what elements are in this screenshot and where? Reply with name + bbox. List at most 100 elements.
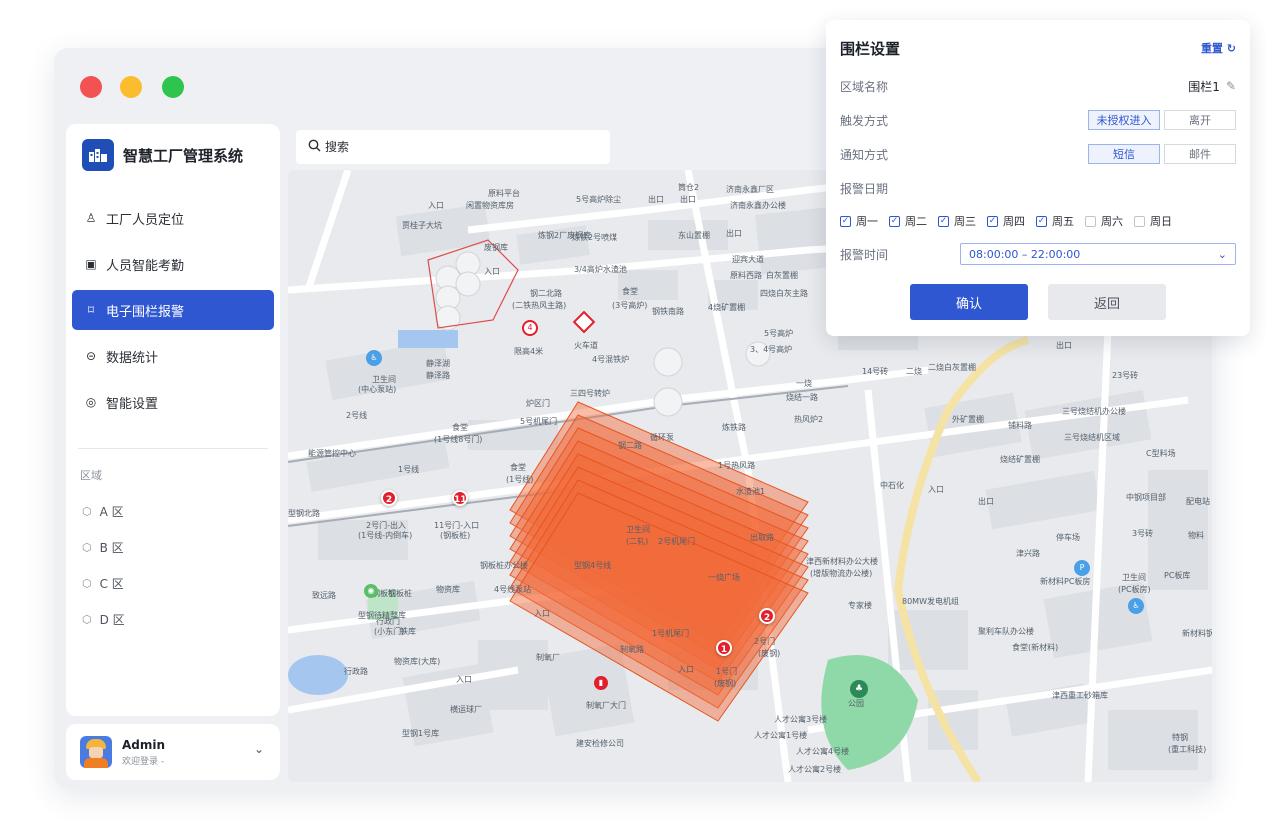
panel-title: 围栏设置 xyxy=(840,39,901,58)
day-checkbox-mon[interactable]: ✓ 周一 xyxy=(840,213,878,229)
close-window-button[interactable] xyxy=(80,76,102,98)
map-label: 80MW发电机组 xyxy=(902,597,959,606)
map-label: 出口 xyxy=(680,195,696,204)
station-icon[interactable]: ◉ xyxy=(364,584,378,598)
map-label: 人才公寓4号楼 xyxy=(796,747,850,756)
search-bar[interactable] xyxy=(296,130,610,164)
map-label: (废钢) xyxy=(758,649,781,658)
map-label: (二铁热风主路) xyxy=(512,301,567,310)
map-label: 中钢项目部 xyxy=(1126,493,1166,502)
pencil-icon[interactable]: ✎ xyxy=(1226,79,1236,93)
region-item-d[interactable]: ⬡ D 区 xyxy=(66,601,280,637)
parking-icon[interactable]: P xyxy=(1074,560,1090,576)
stats-icon: ⊝ xyxy=(85,349,97,363)
map-label: 物料 xyxy=(1188,531,1204,540)
alarm-time-select[interactable]: 08:00:00 – 22:00:00 ⌄ xyxy=(960,243,1236,265)
map-label: 1号热风路 xyxy=(718,461,756,470)
map-label: (重工科技) xyxy=(1168,745,1207,754)
sidebar-item-attendance[interactable]: ▣ 人员智能考勤 xyxy=(72,244,274,284)
map-label: 钢二路 xyxy=(618,441,642,450)
park-icon[interactable]: ♣ xyxy=(850,680,868,698)
brand: 智慧工厂管理系统 xyxy=(66,124,280,186)
map-label: 物资库(大库) xyxy=(394,657,441,666)
map-label: 济南永鑫办公楼 xyxy=(730,201,786,210)
region-item-c[interactable]: ⬡ C 区 xyxy=(66,565,280,601)
restroom-icon[interactable]: ♿ xyxy=(1128,598,1144,614)
map-label: 入口 xyxy=(928,485,944,494)
alarm-pin[interactable]: 2 xyxy=(759,608,775,624)
region-item-b[interactable]: ⬡ B 区 xyxy=(66,529,280,565)
maximize-window-button[interactable] xyxy=(162,76,184,98)
map-label: 铁库 xyxy=(400,627,416,636)
cube-icon: ⬡ xyxy=(82,576,92,590)
settings-icon: ◎ xyxy=(85,395,97,409)
region-section-title: 区域 xyxy=(80,469,102,482)
map-label: 型钢北路 xyxy=(288,509,320,518)
map-label: 津西新材料办公大楼 xyxy=(806,557,878,566)
map-label: C型料场 xyxy=(1146,449,1176,458)
day-checkbox-sun[interactable]: 周日 xyxy=(1134,213,1172,229)
map-label: 建安检修公司 xyxy=(576,739,624,748)
map-label: 聚利车队办公楼 xyxy=(978,627,1034,636)
restroom-icon[interactable]: ♿ xyxy=(366,350,382,366)
height-limit-icon[interactable]: 4 xyxy=(522,320,538,336)
day-checkbox-thu[interactable]: ✓ 周四 xyxy=(987,213,1025,229)
notify-option-sms[interactable]: 短信 xyxy=(1088,144,1160,164)
map-label: 原料平台 xyxy=(488,189,520,198)
map-label: 东山置棚 xyxy=(678,231,710,240)
alarm-pin[interactable]: 1 xyxy=(716,640,732,656)
fence-icon: ⌑ xyxy=(87,303,95,317)
sidebar-item-settings[interactable]: ◎ 智能设置 xyxy=(72,382,274,422)
minimize-window-button[interactable] xyxy=(120,76,142,98)
reset-button[interactable]: 重置 ↻ xyxy=(1201,40,1236,56)
trigger-option-leave[interactable]: 离开 xyxy=(1164,110,1236,130)
map-label: 热风炉2 xyxy=(794,415,824,424)
region-item-a[interactable]: ⬡ A 区 xyxy=(66,493,280,529)
day-checkbox-fri[interactable]: ✓ 周五 xyxy=(1036,213,1074,229)
map-label: 废钢库 xyxy=(484,243,508,252)
sidebar-item-person-location[interactable]: ♙ 工厂人员定位 xyxy=(72,198,274,238)
confirm-button[interactable]: 确认 xyxy=(910,284,1028,320)
day-label: 周四 xyxy=(1003,215,1025,228)
map-label: 出口 xyxy=(1056,341,1072,350)
region-name-value: 围栏1 xyxy=(1188,79,1220,94)
map-label: 贾桂子大坑 xyxy=(402,221,442,230)
map-label: 食堂 xyxy=(510,463,526,472)
user-profile[interactable]: Admin 欢迎登录 - ⌄ xyxy=(66,724,280,780)
map-label: 卫生间 xyxy=(626,525,650,534)
map-label: 横运球厂 xyxy=(450,705,482,714)
map-label: 一烧 xyxy=(796,379,812,388)
map-label: 四烧白灰主路 xyxy=(760,289,808,298)
map-label: 行政路 xyxy=(344,667,368,676)
day-checkbox-sat[interactable]: 周六 xyxy=(1085,213,1123,229)
map-label: 火车道 xyxy=(574,341,598,350)
map-label: 人才公寓1号楼 xyxy=(754,731,808,740)
search-input[interactable] xyxy=(325,140,525,154)
map-label: 出口 xyxy=(726,229,742,238)
map-label: 闲置物资库房 xyxy=(466,201,514,210)
map-label: (1号线-内倒车) xyxy=(358,531,413,540)
day-checkbox-wed[interactable]: ✓ 周三 xyxy=(938,213,976,229)
map-label: 出口 xyxy=(648,195,664,204)
alarm-pin[interactable]: 11 xyxy=(452,490,468,506)
chevron-down-icon[interactable]: ⌄ xyxy=(254,742,264,756)
map-label: 中石化 xyxy=(880,481,904,490)
factory-gate-icon[interactable]: ▮ xyxy=(594,676,608,690)
checkbox-empty xyxy=(1085,215,1096,227)
sidebar-item-label: 智能设置 xyxy=(106,396,159,412)
notify-option-email[interactable]: 邮件 xyxy=(1164,144,1236,164)
sidebar-item-fence-alarm[interactable]: ⌑ 电子围栏报警 xyxy=(72,290,274,330)
map-label: 公园 xyxy=(848,699,864,708)
sidebar-item-statistics[interactable]: ⊝ 数据统计 xyxy=(72,336,274,376)
back-button[interactable]: 返回 xyxy=(1048,284,1166,320)
map-label: (增版物流办公楼) xyxy=(810,569,873,578)
alarm-pin[interactable]: 2 xyxy=(381,490,397,506)
day-checkbox-tue[interactable]: ✓ 周二 xyxy=(889,213,927,229)
map-label: 烧结一路 xyxy=(786,393,818,402)
map-label: 食堂 xyxy=(452,423,468,432)
map-label: 停车场 xyxy=(1056,533,1080,542)
app-title: 智慧工厂管理系统 xyxy=(123,146,244,165)
map-label: 专家楼 xyxy=(848,601,872,610)
trigger-option-unauthorized[interactable]: 未授权进入 xyxy=(1088,110,1160,130)
map-label: 5号高炉 xyxy=(764,329,794,338)
